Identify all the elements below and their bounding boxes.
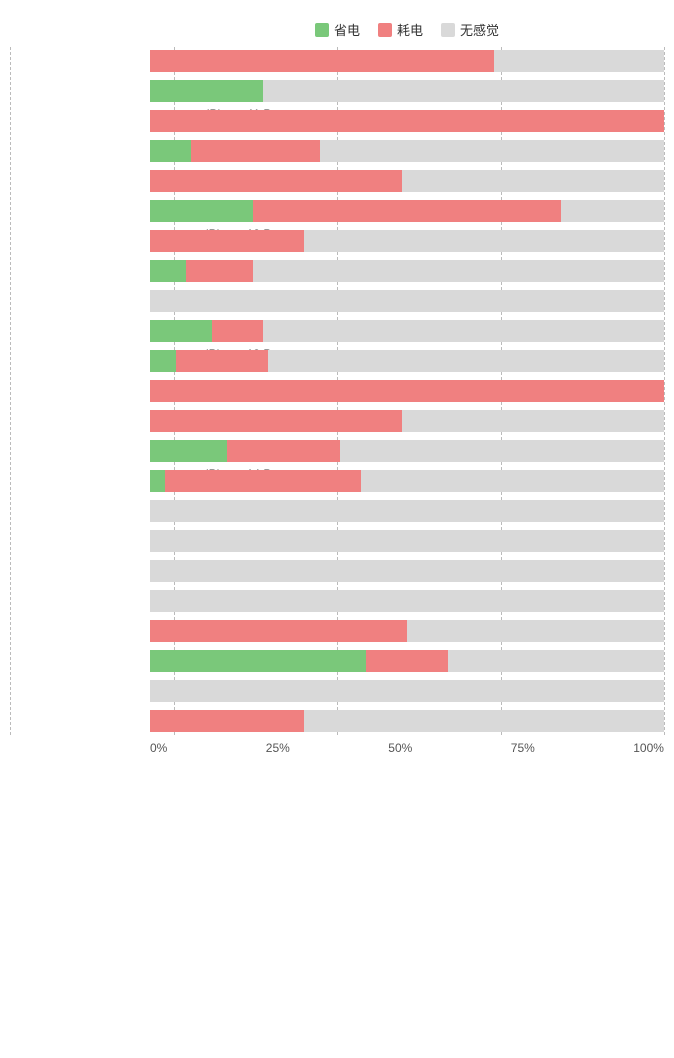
bar-segment-pink (150, 710, 304, 732)
bar-track (150, 440, 664, 462)
bar-segment-pink (150, 50, 494, 72)
bar-track (150, 500, 664, 522)
bar-segment-pink (366, 650, 448, 672)
bar-segment-green (150, 260, 186, 282)
bar-segment-pink (212, 320, 263, 342)
legend-color-dot (378, 23, 392, 37)
bar-track (150, 170, 664, 192)
x-axis-inner: 0% 25% 50% 75% 100% (150, 741, 664, 755)
bar-row: iPhone 11 ProMax (150, 107, 664, 135)
bar-track (150, 530, 664, 552)
bar-track (150, 80, 664, 102)
legend-item: 省电 (315, 20, 360, 39)
grid-line (10, 47, 11, 735)
bar-row: iPhone X (150, 617, 664, 645)
bar-segment-green (150, 470, 165, 492)
bar-row: iPhone XS (150, 677, 664, 705)
bar-track (150, 560, 664, 582)
x-tick-label: 50% (388, 741, 412, 755)
bar-track (150, 710, 664, 732)
x-tick-label: 25% (266, 741, 290, 755)
bar-segment-pink (150, 620, 407, 642)
bar-track (150, 110, 664, 132)
bar-row: iPhone SE 第3代 (150, 587, 664, 615)
chart-area: iPhone 11iPhone 11 ProiPhone 11 ProMaxiP… (10, 47, 664, 735)
legend-item: 无感觉 (441, 20, 499, 39)
x-tick-label: 100% (633, 741, 664, 755)
bar-track (150, 200, 664, 222)
bar-segment-pink (253, 200, 561, 222)
bar-track (150, 590, 664, 612)
bar-track (150, 230, 664, 252)
chart-container: 省电 耗电 无感觉 iPhone 11iPhone 11 ProiPhone 11 … (0, 10, 674, 785)
bar-row: iPhone 14 (150, 377, 664, 405)
bar-segment-pink (150, 230, 304, 252)
bar-row: iPhone 12 Pro (150, 197, 664, 225)
legend-color-dot (315, 23, 329, 37)
bar-row: iPhone 13 (150, 257, 664, 285)
bar-row: iPhone 13 mini (150, 287, 664, 315)
bar-row: iPhone XR (150, 647, 664, 675)
legend: 省电 耗电 无感觉 (10, 20, 664, 39)
bar-row: iPhone 8 (150, 497, 664, 525)
bar-segment-green (150, 440, 227, 462)
bar-track (150, 50, 664, 72)
bar-row: iPhone 8 Plus (150, 527, 664, 555)
bar-segment-pink (150, 170, 402, 192)
bar-row: iPhone 14 Plus (150, 407, 664, 435)
bar-segment-pink (191, 140, 320, 162)
legend-item: 耗电 (378, 20, 423, 39)
bar-segment-pink (165, 470, 360, 492)
bar-row: iPhone 11 Pro (150, 77, 664, 105)
x-tick-label: 0% (150, 741, 167, 755)
grid-line (664, 47, 665, 735)
legend-color-dot (441, 23, 455, 37)
bar-row: iPhone XS Max (150, 707, 664, 735)
bar-track (150, 350, 664, 372)
bar-segment-green (150, 350, 176, 372)
bar-row: iPhone 13 ProMax (150, 347, 664, 375)
bar-row: iPhone 12 mini (150, 167, 664, 195)
bar-track (150, 410, 664, 432)
bar-track (150, 650, 664, 672)
bar-track (150, 620, 664, 642)
bar-row: iPhone 12 ProMax (150, 227, 664, 255)
bar-row: iPhone 13 Pro (150, 317, 664, 345)
bar-track (150, 260, 664, 282)
bar-row: iPhone 14 Pro (150, 437, 664, 465)
bar-segment-green (150, 80, 263, 102)
bar-row: iPhone 11 (150, 47, 664, 75)
bar-track (150, 680, 664, 702)
bar-track (150, 290, 664, 312)
bar-segment-pink (150, 110, 664, 132)
bar-track (150, 380, 664, 402)
bar-segment-pink (176, 350, 269, 372)
bar-segment-pink (150, 380, 664, 402)
legend-label: 耗电 (397, 20, 423, 39)
bar-segment-pink (227, 440, 340, 462)
x-axis: 0% 25% 50% 75% 100% (10, 741, 664, 755)
bar-track (150, 470, 664, 492)
bar-row: iPhone SE 第2代 (150, 557, 664, 585)
bar-track (150, 320, 664, 342)
bar-track (150, 140, 664, 162)
bar-segment-green (150, 320, 212, 342)
legend-label: 无感觉 (460, 20, 499, 39)
bar-row: iPhone 12 (150, 137, 664, 165)
bar-segment-green (150, 140, 191, 162)
bar-segment-green (150, 200, 253, 222)
legend-label: 省电 (334, 20, 360, 39)
bar-segment-pink (150, 410, 402, 432)
bar-row: iPhone 14 ProMax (150, 467, 664, 495)
x-tick-label: 75% (511, 741, 535, 755)
bar-segment-green (150, 650, 366, 672)
bar-segment-pink (186, 260, 253, 282)
